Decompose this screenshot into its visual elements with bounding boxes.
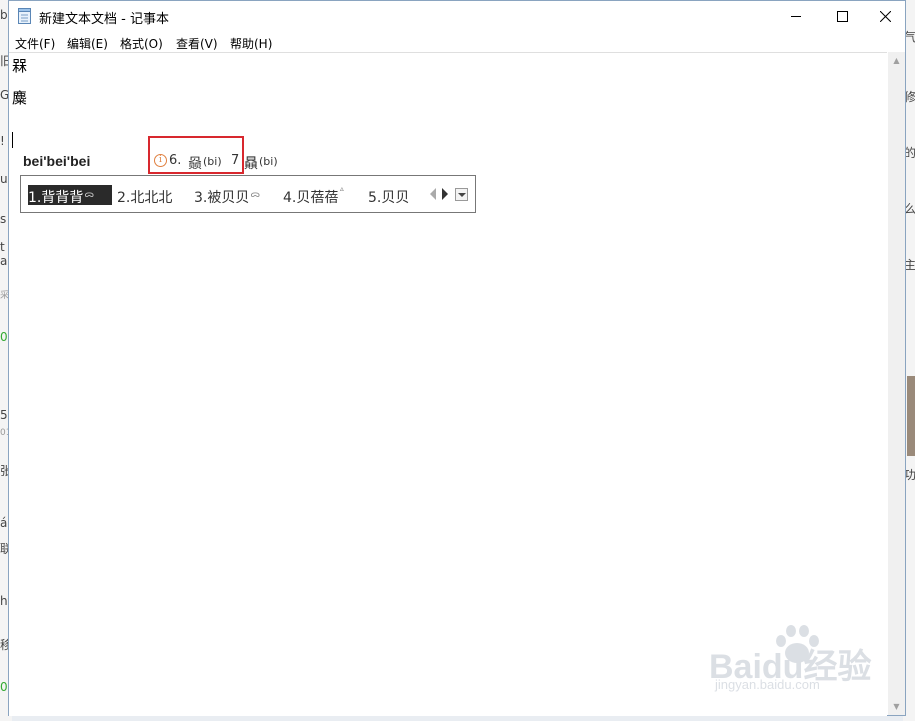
next-arrow-icon[interactable] <box>442 188 448 200</box>
minimize-icon <box>790 16 801 17</box>
text-line: 麋 <box>12 89 28 107</box>
candidate-3[interactable]: 3.被贝贝ᯅ <box>194 187 260 207</box>
scroll-down-button[interactable]: ▼ <box>888 698 905 715</box>
close-button[interactable] <box>862 1 908 32</box>
bg-fragment: 0 <box>0 330 8 344</box>
candidate-label: 3.被贝贝 <box>194 190 250 206</box>
notepad-icon <box>18 8 31 24</box>
maximize-icon <box>836 11 848 22</box>
bg-fragment: ! <box>0 134 5 148</box>
menu-format[interactable]: 格式(O) <box>120 35 163 52</box>
text-line: 槑 <box>12 57 28 75</box>
notepad-window: 新建文本文档 - 记事本 文件(F) 编辑(E) 格式(O) 查看(V) 帮助(… <box>8 0 906 716</box>
prev-arrow-icon[interactable] <box>430 188 436 200</box>
background-thumbnail <box>907 376 915 456</box>
candidate-5[interactable]: 5.贝贝 <box>368 187 410 207</box>
menu-bar: 文件(F) 编辑(E) 格式(O) 查看(V) 帮助(H) <box>9 32 905 52</box>
watermark-url: jingyan.baidu.com <box>715 677 820 692</box>
highlight-annotation <box>148 136 244 174</box>
ime-extra-reading: (bi) <box>259 155 278 168</box>
candidate-label: 1.背背背 <box>28 190 84 206</box>
candidate-label: 4.贝蓓蓓 <box>283 190 339 206</box>
window-title: 新建文本文档 - 记事本 <box>39 12 169 27</box>
candidate-1[interactable]: 1.背背背ᯅ <box>28 187 94 207</box>
menu-view[interactable]: 查看(V) <box>176 35 218 52</box>
text-caret <box>12 132 13 148</box>
ime-candidate-window: 1.背背背ᯅ 2.北北北 3.被贝贝ᯅ 4.贝蓓蓓ᐞ 5.贝贝 <box>20 175 476 213</box>
bg-fragment: s <box>0 212 7 226</box>
close-icon <box>879 11 891 22</box>
vertical-scrollbar[interactable]: ▲ ▼ <box>888 52 905 715</box>
watermark: Baidu经验 jingyan.baidu.com <box>709 621 879 701</box>
text-editor[interactable]: 槑 麋 <box>9 52 887 716</box>
menu-file[interactable]: 文件(F) <box>15 35 55 52</box>
bg-fragment: t <box>0 240 5 254</box>
candidate-2[interactable]: 2.北北北 <box>117 187 173 207</box>
title-bar[interactable]: 新建文本文档 - 记事本 <box>9 1 905 32</box>
candidate-label: 5.贝贝 <box>368 190 410 206</box>
candidate-4[interactable]: 4.贝蓓蓓ᐞ <box>283 187 344 207</box>
candidate-badge: ᐞ <box>339 187 345 197</box>
bg-fragment: á <box>0 516 8 530</box>
dropdown-icon[interactable] <box>455 188 468 201</box>
bg-fragment: 0 <box>0 680 8 694</box>
maximize-button[interactable] <box>819 1 865 32</box>
candidate-badge: ᯅ <box>84 190 95 200</box>
ime-pinyin: bei'bei'bei <box>23 153 91 169</box>
menu-edit[interactable]: 编辑(E) <box>67 35 108 52</box>
candidate-badge: ᯅ <box>250 190 261 200</box>
minimize-button[interactable] <box>773 1 819 32</box>
candidate-label: 2.北北北 <box>117 190 173 206</box>
bg-fragment: u <box>0 172 8 186</box>
scroll-up-button[interactable]: ▲ <box>888 52 905 69</box>
menu-help[interactable]: 帮助(H) <box>230 35 272 52</box>
ime-extra-candidate[interactable]: 贔 <box>244 153 258 173</box>
